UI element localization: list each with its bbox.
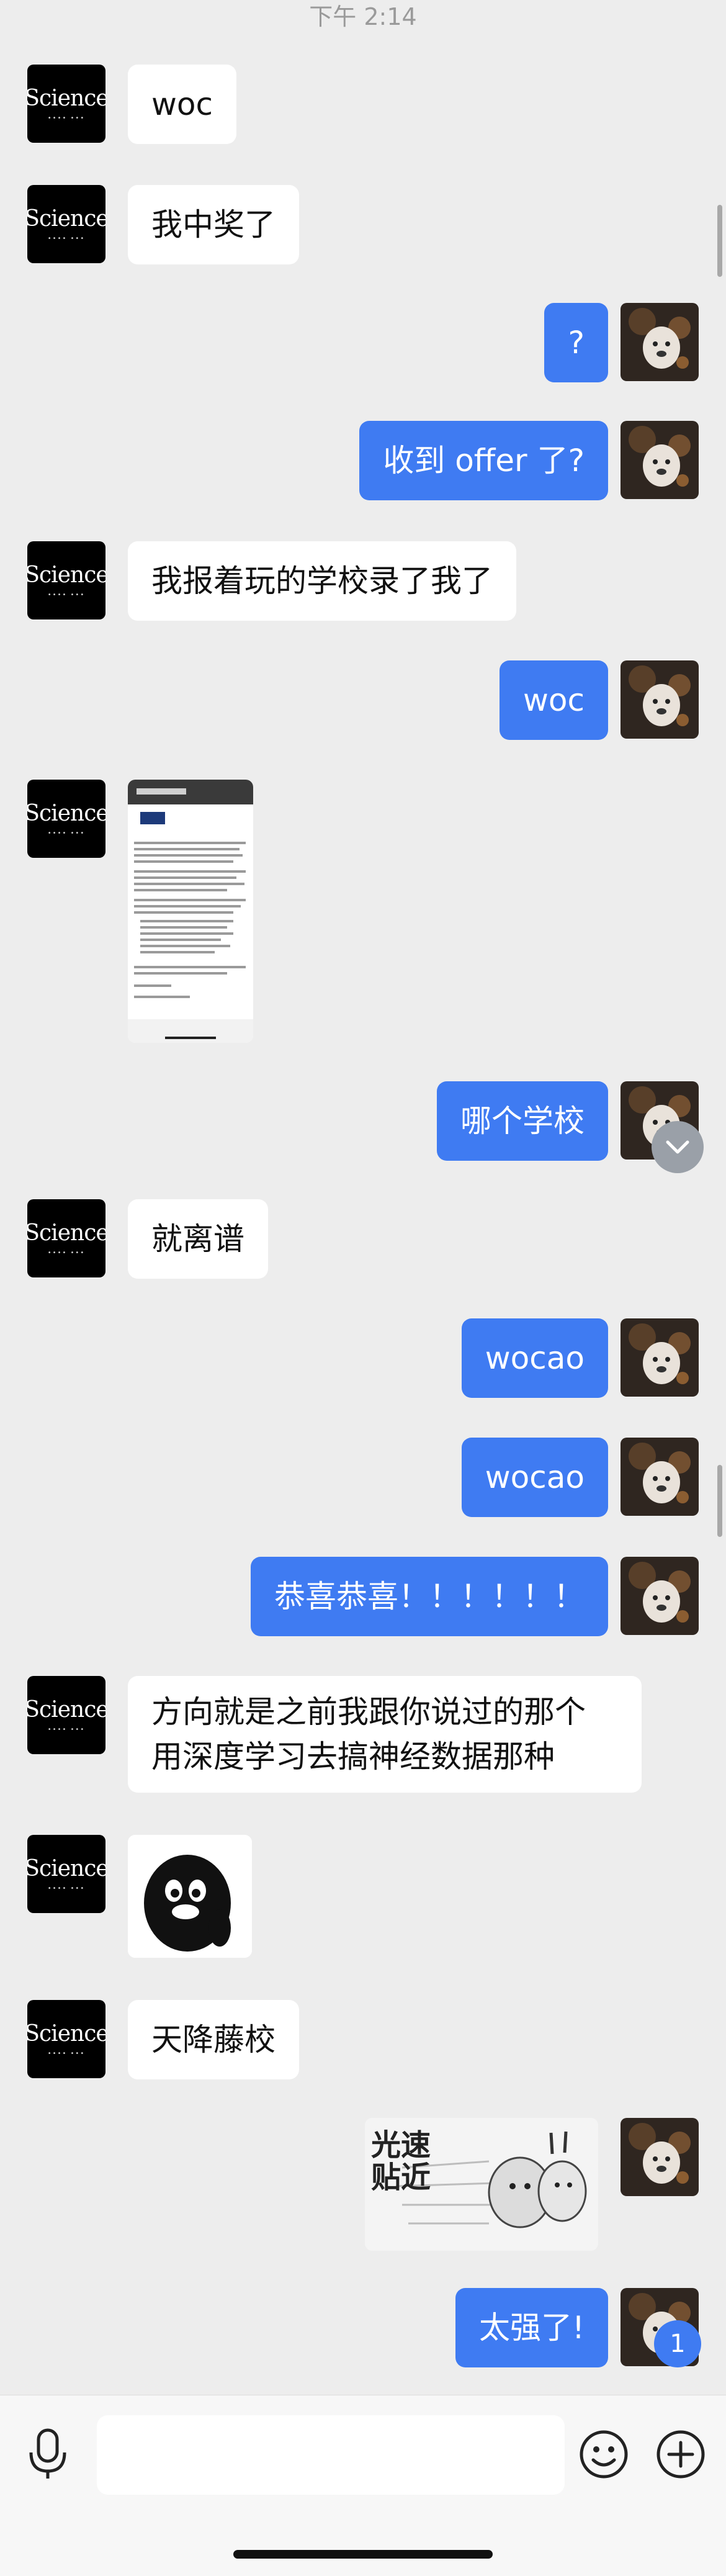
penguin-sticker-icon[interactable] <box>128 1835 252 1958</box>
contact-avatar[interactable]: Science •••• ••• <box>27 780 105 858</box>
outgoing-message-bubble[interactable]: woc <box>500 660 608 740</box>
incoming-message-bubble[interactable]: 天降藤校 <box>128 2000 299 2079</box>
chat-input-bar <box>0 2395 726 2576</box>
contact-avatar[interactable]: Science •••• ••• <box>27 541 105 619</box>
my-avatar[interactable] <box>621 1438 699 1516</box>
contact-avatar[interactable]: Science •••• ••• <box>27 185 105 263</box>
incoming-message-bubble[interactable]: woc <box>128 65 236 144</box>
my-avatar[interactable] <box>621 1318 699 1397</box>
smiley-icon[interactable] <box>577 2428 630 2481</box>
scroll-to-bottom-button[interactable] <box>652 1121 704 1173</box>
chat-timestamp: 下午 2:14 <box>309 3 417 30</box>
outgoing-message-bubble[interactable]: 哪个学校 <box>437 1081 608 1161</box>
outgoing-message-bubble[interactable]: 收到 offer 了? <box>359 421 608 500</box>
message-input[interactable] <box>97 2415 565 2495</box>
scrollbar-thumb-lower[interactable] <box>717 1465 722 1537</box>
home-indicator <box>233 2550 493 2559</box>
plus-circle-icon[interactable] <box>654 2428 707 2481</box>
incoming-message-bubble[interactable]: 就离谱 <box>128 1199 268 1279</box>
contact-avatar[interactable]: Science •••• ••• <box>27 1835 105 1913</box>
outgoing-message-bubble[interactable]: ? <box>544 303 608 382</box>
my-avatar[interactable] <box>621 421 699 499</box>
my-avatar[interactable] <box>621 303 699 381</box>
my-avatar[interactable] <box>621 2118 699 2196</box>
outgoing-message-bubble[interactable]: wocao <box>461 1318 608 1398</box>
incoming-message-bubble[interactable]: 我中奖了 <box>128 185 299 264</box>
scrollbar-thumb[interactable] <box>717 205 722 277</box>
contact-avatar[interactable]: Science •••• ••• <box>27 1676 105 1754</box>
incoming-message-bubble[interactable]: 我报着玩的学校录了我了 <box>128 541 516 621</box>
my-avatar[interactable] <box>621 660 699 739</box>
outgoing-message-bubble[interactable]: wocao <box>461 1438 608 1517</box>
contact-avatar[interactable]: Science •••• ••• <box>27 1199 105 1277</box>
unread-badge[interactable]: 1 <box>654 2320 701 2367</box>
my-avatar[interactable] <box>621 1557 699 1635</box>
incoming-message-bubble[interactable]: 方向就是之前我跟你说过的那个 用深度学习去搞神经数据那种 <box>128 1676 642 1793</box>
chevron-down-icon <box>666 1140 689 1154</box>
sticker-caption: 光速 贴近 <box>371 2128 431 2195</box>
contact-avatar[interactable]: Science •••• ••• <box>27 65 105 143</box>
contact-avatar[interactable]: Science •••• ••• <box>27 2000 105 2078</box>
meme-sticker[interactable]: 光速 贴近 <box>365 2118 598 2251</box>
outgoing-message-bubble[interactable]: 太强了! <box>455 2288 608 2367</box>
image-message[interactable] <box>128 780 253 1043</box>
message-line: 用深度学习去搞神经数据那种 <box>151 1739 555 1775</box>
microphone-icon[interactable] <box>21 2428 74 2481</box>
outgoing-message-bubble[interactable]: 恭喜恭喜！！！！！！ <box>251 1557 608 1636</box>
message-line: 方向就是之前我跟你说过的那个 <box>151 1694 586 1730</box>
